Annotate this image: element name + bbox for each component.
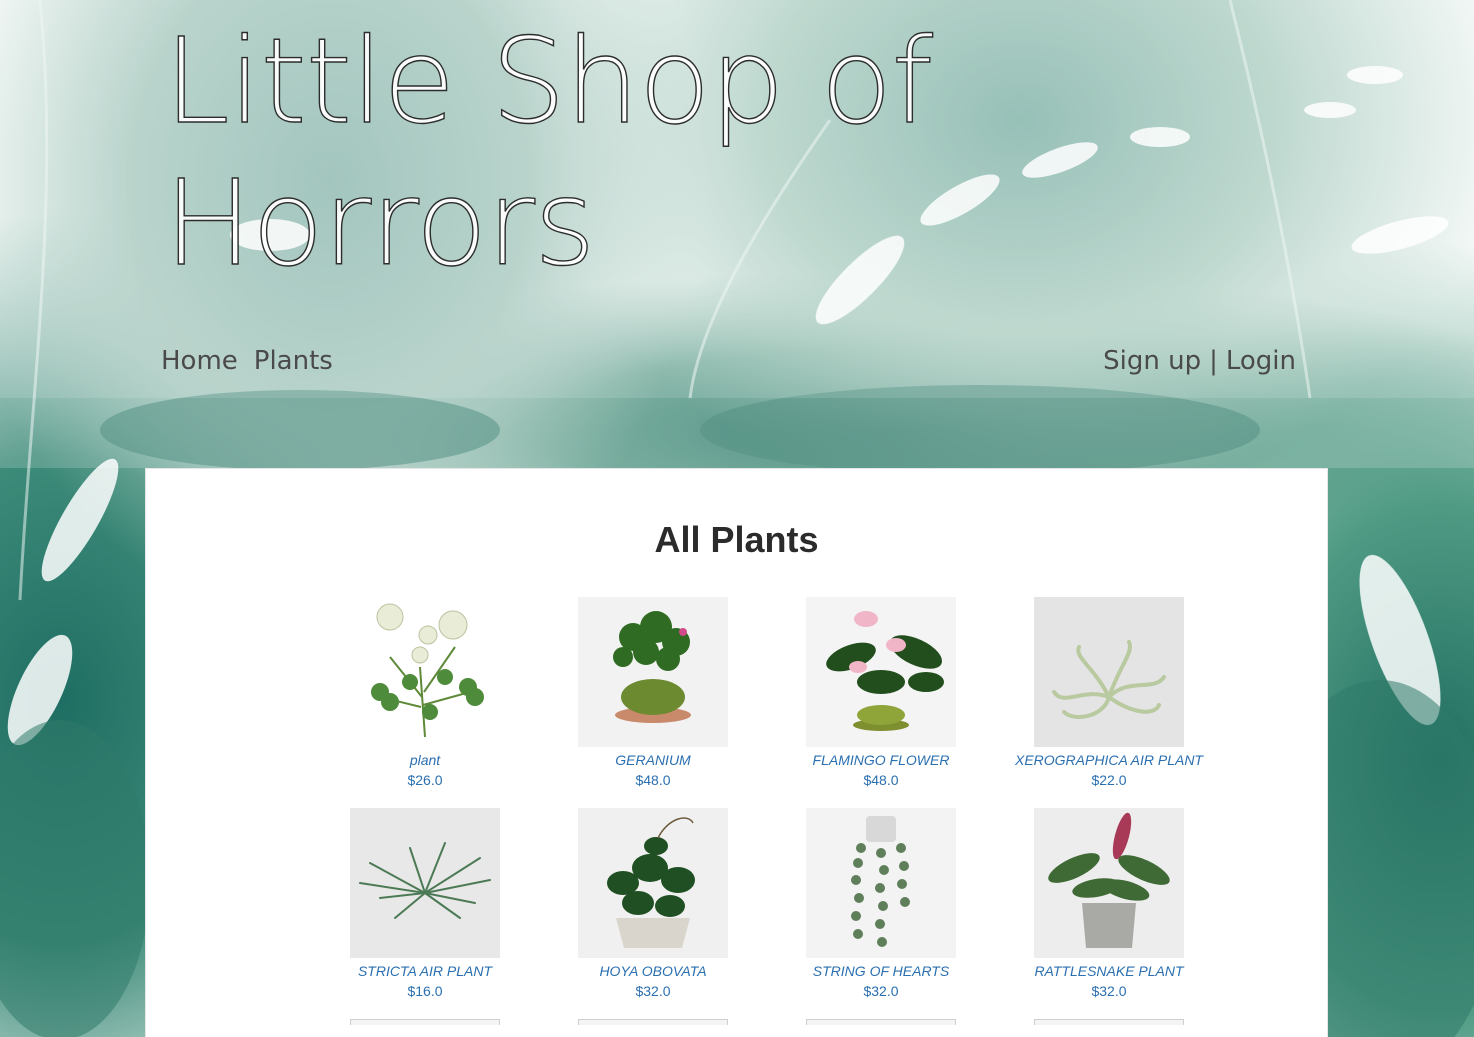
product-card-partial[interactable] [539, 1019, 767, 1025]
nav-strip [0, 398, 1474, 468]
product-name-link[interactable]: plant [410, 750, 440, 770]
product-thumbnail-partial[interactable] [350, 1019, 500, 1025]
nav-separator: | [1209, 346, 1218, 376]
nav-login-link[interactable]: Login [1226, 346, 1296, 376]
product-price: $48.0 [863, 772, 899, 788]
product-name-link[interactable]: STRING OF HEARTS [813, 961, 949, 981]
product-card[interactable]: FLAMINGO FLOWER $48.0 [767, 597, 995, 790]
product-name-link[interactable]: FLAMINGO FLOWER [813, 750, 950, 770]
product-card[interactable]: STRING OF HEARTS $32.0 [767, 808, 995, 1001]
product-thumbnail-partial[interactable] [806, 1019, 956, 1025]
string-of-hearts-image[interactable] [806, 808, 956, 958]
product-card-partial[interactable] [767, 1019, 995, 1025]
account-nav: Sign up | Login [1103, 346, 1296, 376]
product-card[interactable]: STRICTA AIR PLANT $16.0 [311, 808, 539, 1001]
geranium-image[interactable] [578, 597, 728, 747]
product-card[interactable]: XEROGRAPHICA AIR PLANT $22.0 [995, 597, 1223, 790]
product-price: $32.0 [1091, 983, 1127, 999]
product-card[interactable]: RATTLESNAKE PLANT $32.0 [995, 808, 1223, 1001]
content-panel: All Plants plant $26.0 GERANIUM $48.0 FLAM… [145, 468, 1328, 1037]
nav-home-link[interactable]: Home [161, 346, 238, 376]
site-title: Little Shop of Horrors [163, 11, 933, 292]
product-thumbnail-partial[interactable] [1034, 1019, 1184, 1025]
product-card-partial[interactable] [995, 1019, 1223, 1025]
product-card[interactable]: GERANIUM $48.0 [539, 597, 767, 790]
product-name-link[interactable]: STRICTA AIR PLANT [358, 961, 492, 981]
product-price: $48.0 [635, 772, 671, 788]
air-plant-image[interactable] [1034, 597, 1184, 747]
clover-image[interactable] [350, 597, 500, 747]
product-grid: plant $26.0 GERANIUM $48.0 FLAMINGO FLOWER… [311, 597, 1223, 1025]
nav-signup-link[interactable]: Sign up [1103, 346, 1201, 376]
product-card[interactable]: plant $26.0 [311, 597, 539, 790]
flamingo-flower-image[interactable] [806, 597, 956, 747]
product-thumbnail-partial[interactable] [578, 1019, 728, 1025]
product-name-link[interactable]: GERANIUM [615, 750, 690, 770]
rattlesnake-plant-image[interactable] [1034, 808, 1184, 958]
product-price: $26.0 [407, 772, 443, 788]
hoya-image[interactable] [578, 808, 728, 958]
product-name-link[interactable]: RATTLESNAKE PLANT [1034, 961, 1183, 981]
product-price: $22.0 [1091, 772, 1127, 788]
nav-plants-link[interactable]: Plants [254, 346, 333, 376]
product-card[interactable]: HOYA OBOVATA $32.0 [539, 808, 767, 1001]
product-name-link[interactable]: XEROGRAPHICA AIR PLANT [1015, 750, 1203, 770]
product-price: $16.0 [407, 983, 443, 999]
primary-nav: Home Plants [161, 346, 333, 376]
product-name-link[interactable]: HOYA OBOVATA [599, 961, 706, 981]
product-price: $32.0 [863, 983, 899, 999]
product-card-partial[interactable] [311, 1019, 539, 1025]
product-price: $32.0 [635, 983, 671, 999]
page-title: All Plants [654, 519, 819, 560]
stricta-image[interactable] [350, 808, 500, 958]
